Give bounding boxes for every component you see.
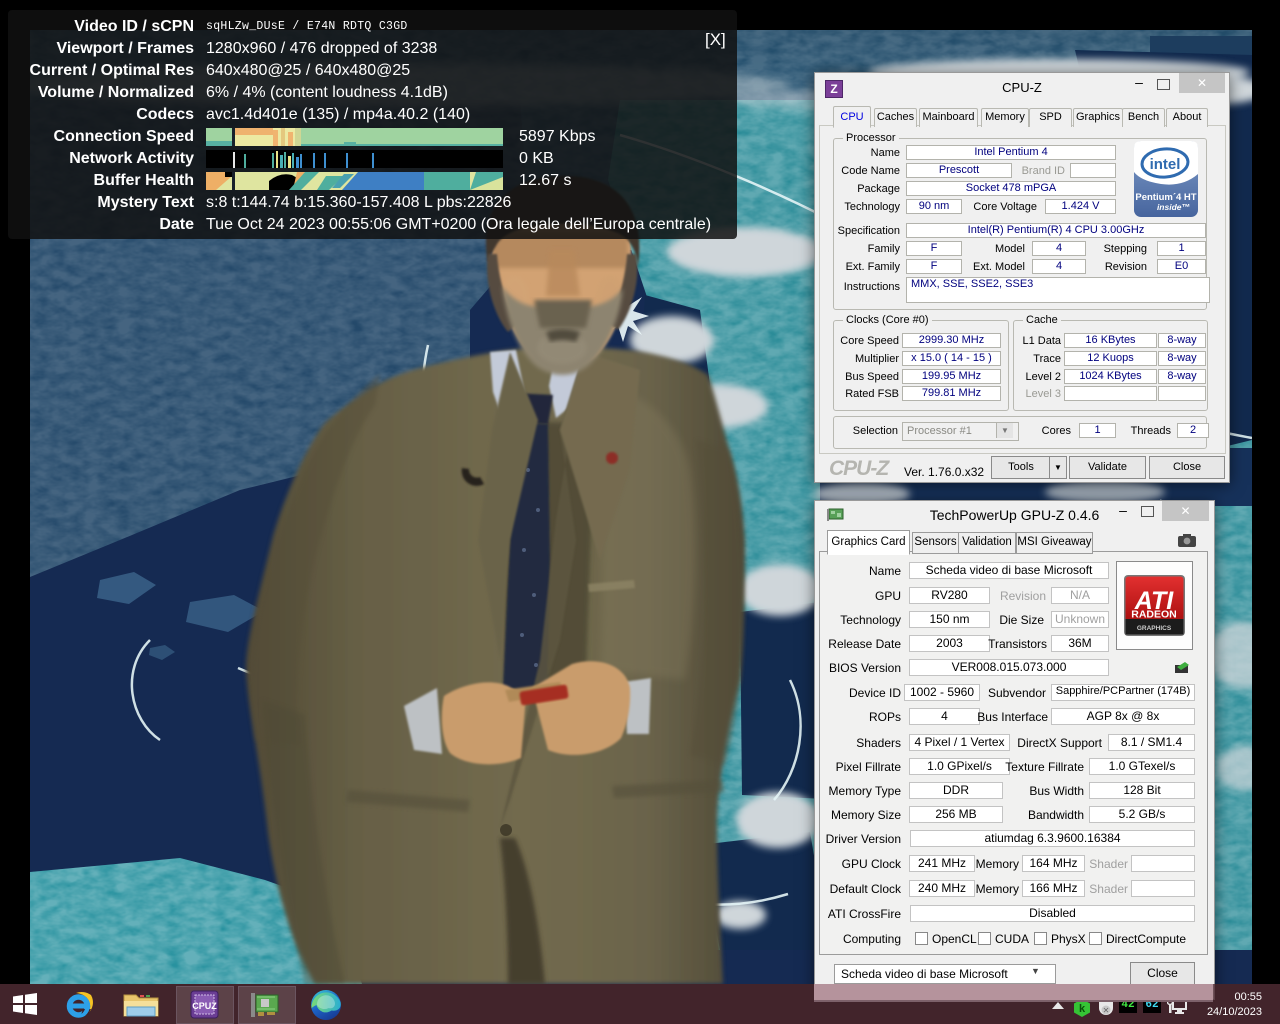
svg-text:k: k [1079,1003,1086,1015]
svg-text:✕: ✕ [1103,1006,1110,1015]
svg-text:RADEON: RADEON [1131,609,1177,621]
svg-text:intel: intel [1150,156,1181,173]
svg-text:inside™: inside™ [1157,202,1190,212]
svg-text:GRAPHICS: GRAPHICS [1137,625,1172,632]
svg-text:CPUZ: CPUZ [192,1001,217,1011]
